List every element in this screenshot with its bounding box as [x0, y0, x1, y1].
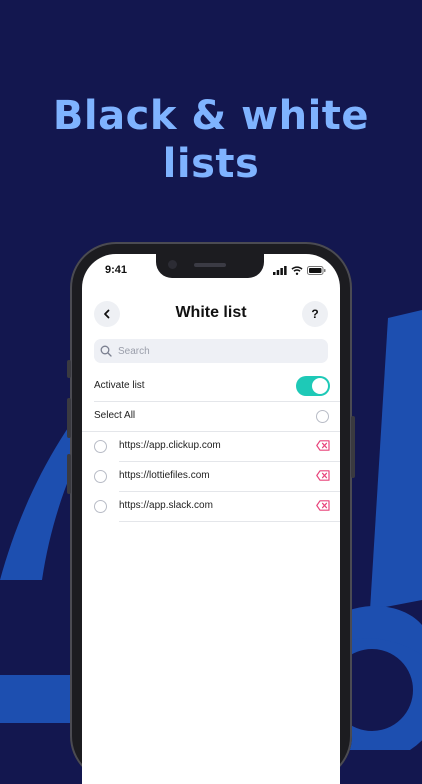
camera-icon: [168, 260, 177, 269]
headline-line-2: lists: [162, 141, 260, 187]
divider: [119, 521, 340, 522]
site-url: https://app.slack.com: [119, 500, 213, 511]
battery-icon: [307, 266, 326, 275]
help-button[interactable]: ?: [302, 301, 328, 327]
speaker-grille: [194, 263, 226, 267]
activate-list-row: Activate list: [82, 372, 340, 402]
select-all-radio[interactable]: [316, 410, 329, 423]
navigation-bar: White list ?: [82, 298, 340, 332]
phone-volume-up: [67, 398, 71, 438]
site-url: https://app.clickup.com: [119, 440, 221, 451]
select-all-label: Select All: [94, 410, 136, 421]
site-select-radio[interactable]: [94, 470, 107, 483]
search-input[interactable]: [116, 339, 318, 363]
site-url: https://lottiefiles.com: [119, 470, 210, 481]
wifi-icon: [291, 266, 303, 275]
site-select-radio[interactable]: [94, 500, 107, 513]
select-all-row: Select All: [82, 402, 340, 432]
headline-line-1: Black & white: [52, 93, 370, 139]
phone-notch: [156, 254, 264, 278]
search-icon: [100, 345, 112, 357]
list-item: https://app.clickup.com: [82, 432, 340, 462]
phone-frame: 9:41 White list ? Search Activate list S…: [67, 242, 355, 784]
delete-icon[interactable]: [316, 440, 330, 451]
headline: Black & white lists: [0, 92, 422, 188]
phone-volume-down: [67, 454, 71, 494]
app-screen: 9:41 White list ? Search Activate list S…: [82, 254, 340, 784]
phone-power-button: [351, 416, 355, 478]
status-time: 9:41: [105, 264, 128, 276]
delete-icon[interactable]: [316, 470, 330, 481]
search-bar: [94, 339, 328, 363]
activate-list-toggle[interactable]: [296, 376, 330, 396]
activate-list-label: Activate list: [94, 380, 145, 391]
delete-icon[interactable]: [316, 500, 330, 511]
phone-mute-switch: [67, 360, 71, 378]
status-icons: [273, 266, 326, 275]
signal-icon: [273, 266, 287, 275]
list-item: https://app.slack.com: [82, 492, 340, 522]
site-select-radio[interactable]: [94, 440, 107, 453]
list-item: https://lottiefiles.com: [82, 462, 340, 492]
toggle-knob: [312, 378, 328, 394]
